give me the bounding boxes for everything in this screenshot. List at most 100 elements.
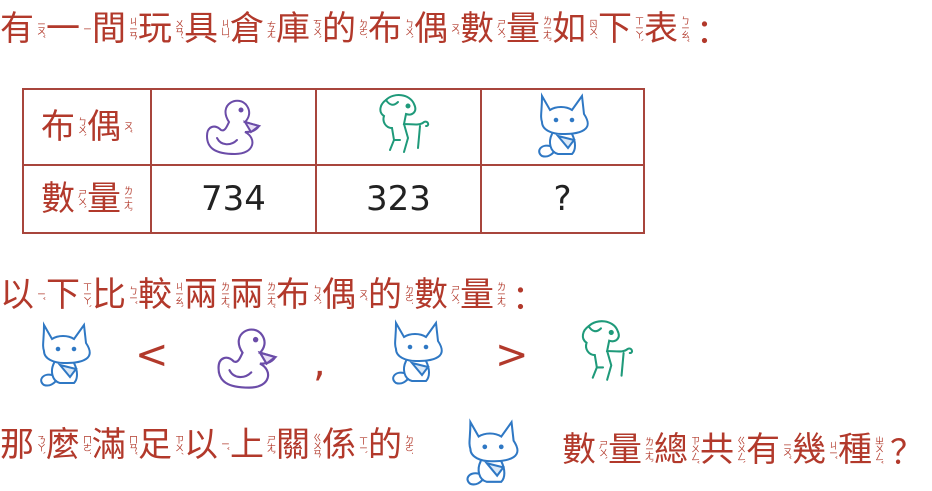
horse-icon: [581, 320, 634, 381]
horse-count: 323: [315, 164, 482, 234]
cell-fox: [480, 88, 645, 166]
hanzi: 兩: [230, 274, 264, 315]
hanzi-with-zhuyin: 比ㄅㄧˇ: [92, 275, 138, 315]
zhuyin: ㄌㄧㄤˋ: [541, 15, 551, 42]
hanzi-with-zhuyin: 下ㄒㄧㄚˋ: [46, 275, 92, 315]
less-than-sign: <: [135, 332, 169, 378]
zhuyin: ㄧㄡˇ: [781, 440, 791, 459]
zhuyin: ㄇㄜ˙: [81, 435, 91, 455]
hanzi: 較: [138, 274, 172, 315]
hanzi: 關: [276, 425, 310, 465]
hanzi: 總: [654, 429, 688, 470]
zhuyin: ㄕㄨˋ: [597, 439, 607, 460]
hanzi-with-zhuyin: 表ㄅㄧㄠˇ: [644, 9, 690, 49]
zhuyin: ㄐㄩˋ: [219, 18, 229, 39]
zhuyin: ㄐㄧˇ: [827, 440, 837, 459]
zhuyin: ㄅㄧㄠˇ: [679, 15, 689, 42]
greater-than-sign: >: [495, 332, 529, 378]
zhuyin: ㄧˇ: [35, 289, 45, 300]
intro-sentence: 有ㄧㄡˇ 一ㄧ間ㄐㄧㄢ玩ㄨㄢˊ 具ㄐㄩˋ 倉ㄘㄤ庫ㄎㄨˋ 的ㄉㄜ˙ 布ㄅㄨˋ 偶ㄡˇ 數ㄕㄨˋ…: [0, 4, 730, 53]
hanzi-with-zhuyin: 數ㄕㄨˋ: [414, 275, 460, 315]
toy-count-table: 布ㄅㄨˋ 偶ㄡˇ 數ㄕㄨˋ 量ㄌㄧㄤˋ 734 323 ?: [22, 88, 645, 234]
hanzi-with-zhuyin: 數ㄕㄨˋ: [460, 9, 506, 49]
question-chars-a: 那ㄋㄚˋ 麼ㄇㄜ˙ 滿ㄇㄢˇ 足ㄗㄨˊ 以ㄧˇ 上ㄕㄤˋ 關ㄍㄨㄢ係ㄒㄧˋ 的ㄉㄜ˙: [0, 425, 414, 465]
hanzi: 量: [460, 274, 494, 315]
table-row-counts: 數ㄕㄨˋ 量ㄌㄧㄤˋ 734 323 ?: [22, 164, 645, 234]
hanzi-with-zhuyin: 較ㄐㄧㄠˋ: [138, 275, 184, 315]
zhuyin: ㄧ: [81, 25, 91, 32]
zhuyin: ㄕㄨˋ: [449, 284, 459, 305]
zhuyin: ㄌㄧㄤˇ: [265, 281, 275, 308]
zhuyin: ㄌㄧㄤˋ: [495, 281, 505, 308]
hanzi: 比: [92, 274, 126, 315]
fox-count: ?: [480, 164, 645, 234]
hanzi-with-zhuyin: 下ㄒㄧㄚˋ: [598, 9, 644, 49]
hanzi-with-zhuyin: 種ㄓㄨㄥˇ: [838, 430, 884, 470]
hanzi-with-zhuyin: 係ㄒㄧˋ: [322, 425, 368, 465]
duck-count: 734: [150, 164, 317, 234]
hanzi: 具: [184, 8, 218, 49]
hanzi: 如: [552, 8, 586, 49]
hanzi: 布: [368, 8, 402, 49]
zhuyin: ㄅㄨˋ: [403, 18, 413, 39]
hanzi-with-zhuyin: 玩ㄨㄢˊ: [138, 9, 184, 49]
hanzi-with-zhuyin: 布ㄅㄨˋ: [41, 107, 87, 147]
comma: ,: [313, 340, 326, 386]
hanzi: 係: [322, 425, 356, 465]
header-count-label: 數ㄕㄨˋ 量ㄌㄧㄤˋ: [22, 164, 152, 234]
toy-label: 布ㄅㄨˋ 偶ㄡˇ: [41, 107, 133, 147]
compare-chars: 以ㄧˇ 下ㄒㄧㄚˋ 比ㄅㄧˇ 較ㄐㄧㄠˋ 兩ㄌㄧㄤˇ 兩ㄌㄧㄤˇ 布ㄅㄨˋ 偶ㄡˇ 的ㄉㄜ˙ 數ㄕ…: [0, 275, 506, 315]
zhuyin: ㄅㄧˇ: [127, 285, 137, 304]
horse-icon: [378, 94, 429, 153]
duck-icon: [205, 99, 261, 156]
zhuyin: ㄖㄨˊ: [587, 18, 597, 39]
hanzi-with-zhuyin: 上ㄕㄤˋ: [230, 425, 276, 465]
cell-horse: [315, 88, 482, 166]
zhuyin: ㄇㄢˇ: [127, 435, 137, 455]
compare-sentence: 以ㄧˇ 下ㄒㄧㄚˋ 比ㄅㄧˇ 較ㄐㄧㄠˋ 兩ㄌㄧㄤˇ 兩ㄌㄧㄤˇ 布ㄅㄨˋ 偶ㄡˇ 的ㄉㄜ˙ 數ㄕ…: [0, 270, 546, 319]
zhuyin: ㄗㄨˊ: [173, 435, 183, 455]
hanzi-with-zhuyin: 幾ㄐㄧˇ: [792, 430, 838, 470]
hanzi: 的: [368, 274, 402, 315]
hanzi-with-zhuyin: 以ㄧˇ: [0, 275, 46, 315]
hanzi: 種: [838, 429, 872, 470]
zhuyin: ㄓㄨㄥˇ: [873, 435, 883, 464]
hanzi: 量: [87, 179, 121, 219]
hanzi: 麼: [46, 425, 80, 465]
hanzi: 有: [0, 8, 34, 49]
hanzi: 玩: [138, 8, 172, 49]
hanzi: 足: [138, 425, 172, 465]
hanzi: 一: [46, 8, 80, 49]
hanzi-with-zhuyin: 兩ㄌㄧㄤˇ: [184, 275, 230, 315]
hanzi: 偶: [322, 274, 356, 315]
hanzi-with-zhuyin: 關ㄍㄨㄢ: [276, 425, 322, 465]
hanzi: 數: [562, 429, 596, 470]
zhuyin: ㄉㄜ˙: [357, 18, 367, 39]
hanzi-with-zhuyin: 偶ㄡˇ: [322, 275, 368, 315]
hanzi-with-zhuyin: 足ㄗㄨˊ: [138, 425, 184, 465]
hanzi-with-zhuyin: 兩ㄌㄧㄤˇ: [230, 275, 276, 315]
zhuyin: ㄅㄨˋ: [311, 284, 321, 305]
compare-colon: ：: [512, 278, 546, 318]
hanzi: 共: [700, 429, 734, 470]
hanzi-with-zhuyin: 量ㄌㄧㄤˋ: [460, 275, 506, 315]
hanzi-with-zhuyin: 以ㄧˇ: [184, 425, 230, 465]
zhuyin: ㄕㄤˋ: [265, 435, 275, 455]
hanzi-with-zhuyin: 有ㄧㄡˇ: [746, 430, 792, 470]
hanzi-with-zhuyin: 量ㄌㄧㄤˋ: [87, 179, 133, 219]
zhuyin: ㄡˇ: [357, 288, 367, 301]
fox-icon: [466, 418, 519, 486]
hanzi: 量: [608, 429, 642, 470]
hanzi: 布: [276, 274, 310, 315]
hanzi-with-zhuyin: 共ㄍㄨㄥˋ: [700, 430, 746, 470]
hanzi-with-zhuyin: 一ㄧ: [46, 9, 92, 49]
zhuyin: ㄧˇ: [219, 440, 229, 450]
question-mark: ？: [890, 433, 924, 473]
hanzi: 間: [92, 8, 126, 49]
zhuyin: ㄒㄧㄚˋ: [633, 15, 643, 42]
hanzi: 偶: [87, 107, 121, 147]
hanzi: 倉: [230, 8, 264, 49]
hanzi-with-zhuyin: 數ㄕㄨˋ: [562, 430, 608, 470]
zhuyin: ㄕㄨˋ: [495, 18, 505, 39]
hanzi: 滿: [92, 425, 126, 465]
